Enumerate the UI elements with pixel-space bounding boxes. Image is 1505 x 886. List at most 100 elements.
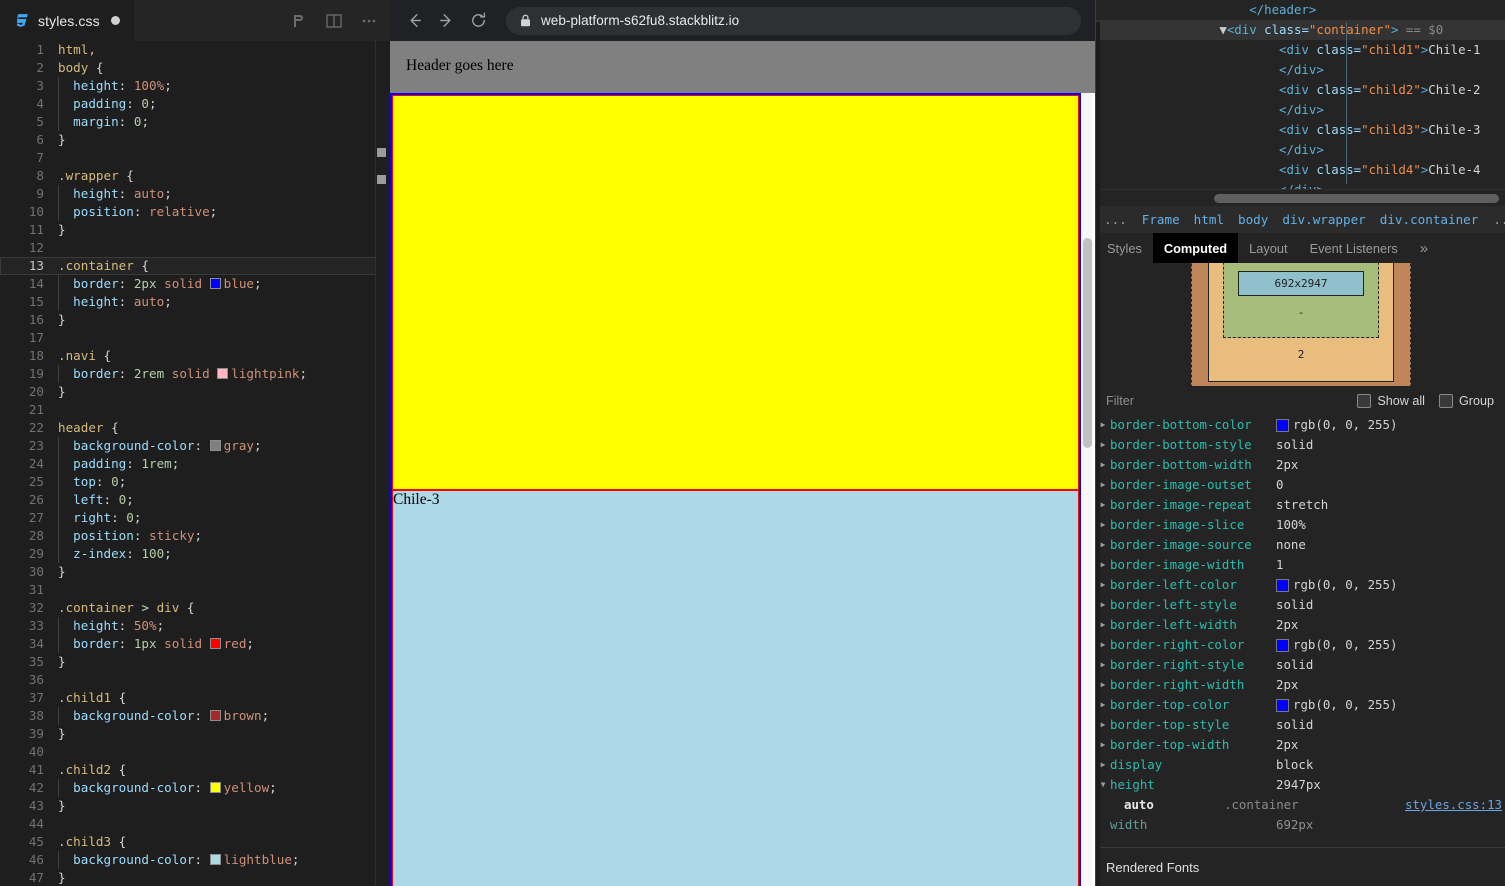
code-line[interactable]: 41 .child2 { xyxy=(0,761,390,779)
breadcrumb-item-html[interactable]: html xyxy=(1187,212,1231,227)
page-vertical-scrollbar[interactable] xyxy=(1082,93,1093,886)
computed-property-row[interactable]: ▶ border-image-outset 0 xyxy=(1096,475,1505,495)
computed-property-row[interactable]: ▶ border-left-width 2px xyxy=(1096,615,1505,635)
code-line[interactable]: 16} xyxy=(0,311,390,329)
breadcrumb-item--[interactable]: ... xyxy=(1485,212,1505,227)
dom-tree-node[interactable]: </div> xyxy=(1096,100,1505,120)
editor-tab-styles-css[interactable]: styles.css xyxy=(0,0,134,41)
scrollbar-thumb[interactable] xyxy=(1083,238,1092,448)
group-checkbox[interactable]: Group xyxy=(1438,393,1494,408)
more-actions-icon[interactable] xyxy=(360,12,378,30)
code-line[interactable]: 21 xyxy=(0,401,390,419)
code-line[interactable]: 6} xyxy=(0,131,390,149)
devtools-tab-layout[interactable]: Layout xyxy=(1238,233,1298,263)
scrollbar-thumb[interactable] xyxy=(1214,194,1499,203)
devtools-tab-event-listeners[interactable]: Event Listeners xyxy=(1299,233,1409,263)
code-line[interactable]: 43} xyxy=(0,797,390,815)
code-line[interactable]: 29 z-index: 100; xyxy=(0,545,390,563)
code-line[interactable]: 26 left: 0; xyxy=(0,491,390,509)
breadcrumb-item-frame[interactable]: Frame xyxy=(1135,212,1187,227)
breadcrumb-item--[interactable]: ... xyxy=(1096,212,1135,227)
dom-tree-node[interactable]: <div class="child3">Chile-3 xyxy=(1096,120,1505,140)
code-line[interactable]: 10 position: relative; xyxy=(0,203,390,221)
devtools-tab-styles[interactable]: Styles xyxy=(1096,233,1153,263)
code-line[interactable]: 4 padding: 0; xyxy=(0,95,390,113)
code-line[interactable]: 14 border: 2px solid blue; xyxy=(0,275,390,293)
code-line[interactable]: 17 xyxy=(0,329,390,347)
computed-styles-list[interactable]: ▶ border-bottom-color rgb(0, 0, 255) ▶ borde… xyxy=(1096,415,1505,847)
code-line[interactable]: 9 height: auto; xyxy=(0,185,390,203)
code-line[interactable]: 45 .child3 { xyxy=(0,833,390,851)
code-line[interactable]: 37 .child1 { xyxy=(0,689,390,707)
computed-property-row[interactable]: ▶ display block xyxy=(1096,755,1505,775)
dom-tree-node[interactable]: <div class="child1">Chile-1 xyxy=(1096,40,1505,60)
code-line[interactable]: 31 xyxy=(0,581,390,599)
dom-tree-node[interactable]: </div> xyxy=(1096,140,1505,160)
code-line[interactable]: 40 xyxy=(0,743,390,761)
breadcrumb-item-div-container[interactable]: div.container xyxy=(1373,212,1486,227)
editor-overview-ruler[interactable] xyxy=(376,41,390,886)
filter-input[interactable]: Filter xyxy=(1096,394,1134,408)
computed-property-row[interactable]: width 692px xyxy=(1096,815,1505,835)
code-line[interactable]: 46 background-color: lightblue; xyxy=(0,851,390,869)
dom-tree[interactable]: </header> ▼<div class="container"> == $0… xyxy=(1096,0,1505,189)
computed-property-row[interactable]: ▼ height 2947px xyxy=(1096,775,1505,795)
dom-tree-node[interactable]: </div> xyxy=(1096,60,1505,80)
computed-property-row[interactable]: ▶ border-top-width 2px xyxy=(1096,735,1505,755)
devtools-tab-computed[interactable]: Computed xyxy=(1152,233,1239,263)
code-line[interactable]: 24 padding: 1rem; xyxy=(0,455,390,473)
computed-property-row[interactable]: ▶ border-top-color rgb(0, 0, 255) xyxy=(1096,695,1505,715)
split-editor-icon[interactable] xyxy=(325,12,343,30)
vite-logo-icon[interactable] xyxy=(290,12,308,30)
code-line[interactable]: 11} xyxy=(0,221,390,239)
code-line[interactable]: 13 .container { xyxy=(0,257,390,275)
code-line[interactable]: 38 background-color: brown; xyxy=(0,707,390,725)
dom-tree-node[interactable]: <div class="child4">Chile-4 xyxy=(1096,160,1505,180)
code-line[interactable]: 12 xyxy=(0,239,390,257)
code-line[interactable]: 19 border: 2rem solid lightpink; xyxy=(0,365,390,383)
dom-tree-node[interactable]: </header> xyxy=(1096,0,1505,20)
code-line[interactable]: 22 header { xyxy=(0,419,390,437)
computed-property-row[interactable]: ▶ border-image-slice 100% xyxy=(1096,515,1505,535)
computed-property-row[interactable]: ▶ border-bottom-width 2px xyxy=(1096,455,1505,475)
dom-tree-node[interactable]: </div> xyxy=(1096,180,1505,189)
code-line[interactable]: 47} xyxy=(0,869,390,886)
code-line[interactable]: 39} xyxy=(0,725,390,743)
code-line[interactable]: 27 right: 0; xyxy=(0,509,390,527)
code-line[interactable]: 30} xyxy=(0,563,390,581)
computed-property-row[interactable]: ▶ border-right-style solid xyxy=(1096,655,1505,675)
computed-property-row[interactable]: ▶ border-right-width 2px xyxy=(1096,675,1505,695)
code-line[interactable]: 32 .container > div { xyxy=(0,599,390,617)
code-line[interactable]: 34 border: 1px solid red; xyxy=(0,635,390,653)
code-line[interactable]: 20} xyxy=(0,383,390,401)
code-line[interactable]: 2 body { xyxy=(0,59,390,77)
arrow-right-icon[interactable] xyxy=(430,5,462,37)
show-all-checkbox[interactable]: Show all xyxy=(1357,393,1425,408)
computed-property-row[interactable]: ▶ border-right-color rgb(0, 0, 255) xyxy=(1096,635,1505,655)
computed-property-row[interactable]: ▶ border-left-style solid xyxy=(1096,595,1505,615)
code-line[interactable]: 7 xyxy=(0,149,390,167)
code-line[interactable]: 18 .navi { xyxy=(0,347,390,365)
reload-icon[interactable] xyxy=(462,5,494,37)
devtools-tab--[interactable]: » xyxy=(1409,233,1439,263)
breadcrumb-item-body[interactable]: body xyxy=(1231,212,1275,227)
code-line[interactable]: 23 background-color: gray; xyxy=(0,437,390,455)
dom-tree-horizontal-scrollbar[interactable] xyxy=(1096,189,1505,206)
computed-property-row[interactable]: ▶ border-image-source none xyxy=(1096,535,1505,555)
trace-source-link[interactable]: styles.css:13 xyxy=(1405,795,1505,815)
dom-tree-node[interactable]: <div class="child2">Chile-2 xyxy=(1096,80,1505,100)
computed-property-row[interactable]: ▶ border-image-repeat stretch xyxy=(1096,495,1505,515)
breadcrumb-item-div-wrapper[interactable]: div.wrapper xyxy=(1275,212,1372,227)
code-line[interactable]: 36 xyxy=(0,671,390,689)
computed-property-row[interactable]: ▶ border-image-width 1 xyxy=(1096,555,1505,575)
computed-property-row[interactable]: ▶ border-left-color rgb(0, 0, 255) xyxy=(1096,575,1505,595)
computed-property-row[interactable]: ▶ border-top-style solid xyxy=(1096,715,1505,735)
address-bar[interactable]: web-platform-s62fu8.stackblitz.io xyxy=(506,6,1081,35)
code-line[interactable]: 15 height: auto; xyxy=(0,293,390,311)
rendered-fonts-section[interactable]: Rendered Fonts xyxy=(1096,847,1505,886)
code-line[interactable]: 3 height: 100%; xyxy=(0,77,390,95)
code-line[interactable]: 44 xyxy=(0,815,390,833)
code-line[interactable]: 25 top: 0; xyxy=(0,473,390,491)
dom-tree-node[interactable]: ▼<div class="container"> == $0 xyxy=(1096,20,1505,40)
code-line[interactable]: 5 margin: 0; xyxy=(0,113,390,131)
